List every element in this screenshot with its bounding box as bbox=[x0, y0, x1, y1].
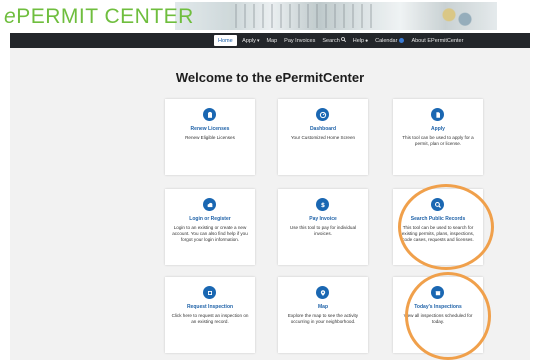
inspection-icon bbox=[203, 286, 216, 299]
map-pin-icon bbox=[316, 286, 329, 299]
nav-help[interactable]: Help ● bbox=[349, 33, 371, 48]
tile-login-register[interactable]: Login or Register Login to an existing o… bbox=[165, 189, 255, 265]
calendar-badge bbox=[399, 38, 405, 43]
epermit-center-logo[interactable]: ePERMIT CENTER bbox=[4, 5, 194, 29]
page-title: Welcome to the ePermitCenter bbox=[175, 70, 365, 85]
help-icon: ● bbox=[365, 37, 369, 44]
dollar-icon: $ bbox=[316, 198, 329, 211]
apply-document-icon bbox=[431, 108, 444, 121]
top-navbar: Home Apply ▾ Map Pay Invoices Search Help… bbox=[10, 33, 530, 48]
nav-map[interactable]: Map bbox=[263, 33, 281, 48]
calendar-check-icon bbox=[431, 286, 444, 299]
nav-home[interactable]: Home bbox=[214, 35, 237, 46]
nav-search[interactable]: Search bbox=[319, 33, 349, 48]
svg-text:$: $ bbox=[320, 202, 324, 209]
nav-calendar[interactable]: Calendar bbox=[372, 33, 408, 48]
main-content: Welcome to the ePermitCenter Renew Licen… bbox=[10, 48, 530, 360]
tile-todays-inspections[interactable]: Today's Inspections View all inspections… bbox=[393, 277, 483, 353]
tile-map[interactable]: Map Explore the map to see the activity … bbox=[278, 277, 368, 353]
banner-photo bbox=[175, 2, 497, 30]
search-icon bbox=[340, 37, 346, 44]
user-cloud-icon bbox=[203, 198, 216, 211]
clipboard-icon bbox=[203, 108, 216, 121]
tile-search-public-records[interactable]: Search Public Records This tool can be u… bbox=[393, 189, 483, 265]
nav-about[interactable]: About EPermitCenter bbox=[408, 33, 467, 48]
dashboard-icon bbox=[316, 108, 329, 121]
search-icon bbox=[431, 198, 444, 211]
tile-request-inspection[interactable]: Request Inspection Click here to request… bbox=[165, 277, 255, 353]
tile-pay-invoice[interactable]: $ Pay Invoice Use this tool to pay for i… bbox=[278, 189, 368, 265]
header-banner: ePERMIT CENTER bbox=[0, 0, 540, 32]
tile-renew-licenses[interactable]: Renew Licenses Renew Eligible Licenses bbox=[165, 99, 255, 175]
tile-apply[interactable]: Apply This tool can be used to apply for… bbox=[393, 99, 483, 175]
tile-dashboard[interactable]: Dashboard Your Customized Home Screen bbox=[278, 99, 368, 175]
nav-pay-invoices[interactable]: Pay Invoices bbox=[281, 33, 319, 48]
nav-apply[interactable]: Apply ▾ bbox=[239, 33, 263, 48]
chevron-down-icon: ▾ bbox=[256, 37, 260, 44]
